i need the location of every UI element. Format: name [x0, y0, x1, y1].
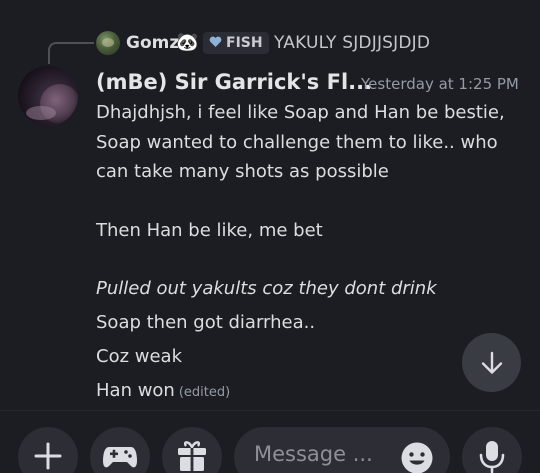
gift-icon: [178, 441, 206, 471]
message-author-name[interactable]: (mBe) Sir Garrick's Fl...: [96, 70, 372, 94]
panda-emoji-icon: 🐼: [176, 32, 199, 53]
server-tag-badge[interactable]: FISH: [203, 32, 269, 54]
server-tag-label: FISH: [226, 35, 263, 51]
voice-message-button[interactable]: [462, 427, 522, 473]
message-composer: Message ...: [0, 410, 540, 473]
message-line: can take many shots as possible: [96, 161, 389, 182]
message-italic-line: Pulled out yakults coz they dont drink: [96, 278, 437, 299]
message-line: Then Han be like, me bet: [96, 219, 323, 241]
reply-reference[interactable]: Gomz 🐼 FISH YAKULY SJDJJSJDJD: [0, 28, 540, 64]
message-line: Coz weak: [96, 346, 183, 367]
activities-button[interactable]: [90, 427, 150, 473]
message-line: Dhajdhjsh, i feel like Soap and Han be b…: [96, 102, 505, 123]
smiley-icon[interactable]: [400, 441, 434, 473]
reply-preview-text[interactable]: YAKULY SJDJJSJDJD: [274, 33, 430, 53]
message-timestamp: Yesterday at 1:25 PM: [361, 75, 519, 93]
microphone-icon: [479, 441, 505, 473]
reply-author-avatar[interactable]: [96, 31, 120, 55]
message-last-line: Han won (edited): [96, 380, 230, 401]
edited-label: (edited): [178, 385, 231, 400]
message-input[interactable]: Message ...: [234, 427, 450, 473]
jump-to-bottom-button[interactable]: [462, 333, 521, 392]
message-placeholder: Message ...: [254, 442, 373, 466]
message-author-avatar[interactable]: [18, 66, 78, 126]
arrow-down-icon: [481, 351, 502, 374]
add-attachment-button[interactable]: [18, 427, 78, 473]
reply-author-name[interactable]: Gomz: [126, 33, 179, 53]
plus-icon: [34, 442, 62, 470]
gift-button[interactable]: [162, 427, 222, 473]
message-content: Dhajdhjsh, i feel like Soap and Han be b…: [96, 98, 516, 304]
heart-icon: [209, 36, 222, 51]
chat-screen: Gomz 🐼 FISH YAKULY SJDJJSJDJD (mBe) Sir …: [0, 0, 540, 473]
message-line: Soap then got diarrhea..: [96, 312, 316, 333]
reply-spine: [48, 42, 94, 64]
gamepad-icon: [103, 447, 137, 468]
message-line: Han won: [96, 380, 175, 401]
message-line: Soap wanted to challenge them to like.. …: [96, 131, 498, 153]
